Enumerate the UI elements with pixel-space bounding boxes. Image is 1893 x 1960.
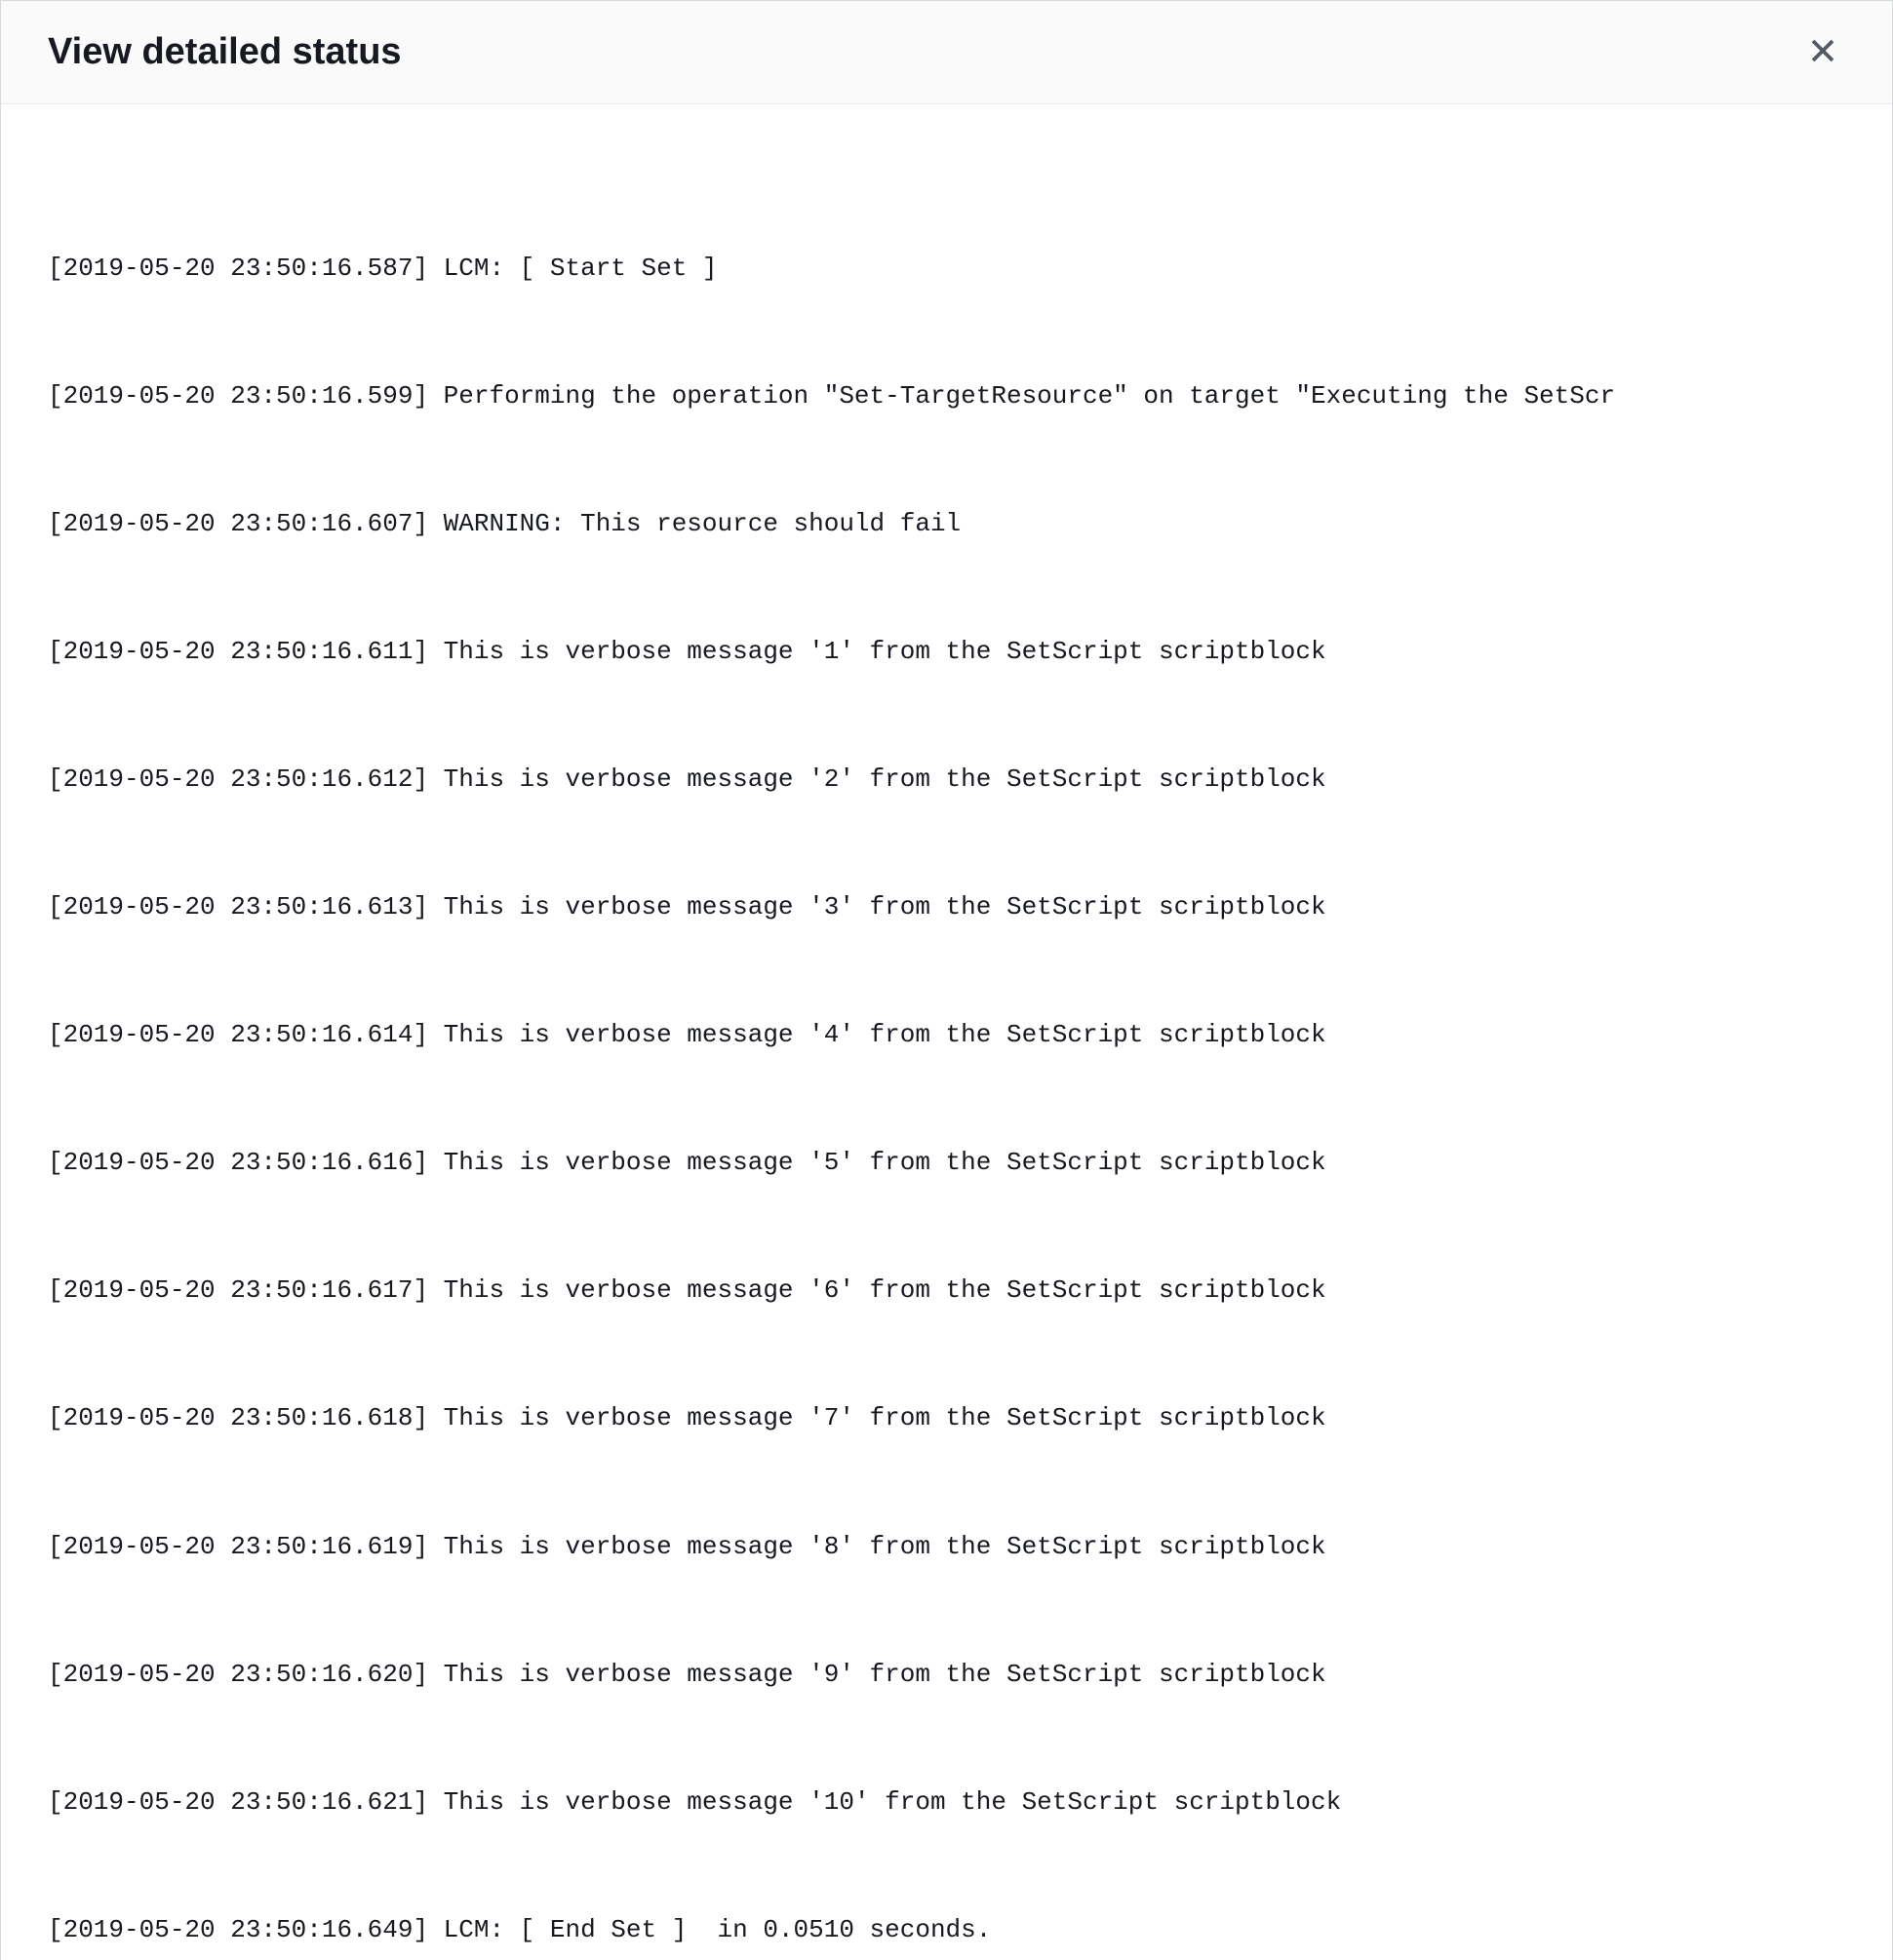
- close-icon: [1808, 36, 1837, 68]
- close-button[interactable]: [1800, 28, 1845, 76]
- log-output: [2019-05-20 23:50:16.587] LCM: [ Start S…: [48, 163, 1845, 1960]
- log-line: [2019-05-20 23:50:16.607] WARNING: This …: [48, 503, 1845, 546]
- modal-title: View detailed status: [48, 31, 402, 73]
- log-line: [2019-05-20 23:50:16.621] This is verbos…: [48, 1782, 1845, 1824]
- detailed-status-modal: View detailed status [2019-05-20 23:50:1…: [0, 0, 1893, 1960]
- log-line: [2019-05-20 23:50:16.618] This is verbos…: [48, 1397, 1845, 1440]
- modal-body: [2019-05-20 23:50:16.587] LCM: [ Start S…: [1, 104, 1892, 1960]
- log-line: [2019-05-20 23:50:16.614] This is verbos…: [48, 1014, 1845, 1057]
- log-line: [2019-05-20 23:50:16.612] This is verbos…: [48, 759, 1845, 802]
- log-line: [2019-05-20 23:50:16.613] This is verbos…: [48, 886, 1845, 929]
- log-line: [2019-05-20 23:50:16.611] This is verbos…: [48, 631, 1845, 674]
- log-line: [2019-05-20 23:50:16.617] This is verbos…: [48, 1270, 1845, 1313]
- log-line: [2019-05-20 23:50:16.587] LCM: [ Start S…: [48, 248, 1845, 291]
- log-line: [2019-05-20 23:50:16.619] This is verbos…: [48, 1526, 1845, 1569]
- log-line: [2019-05-20 23:50:16.616] This is verbos…: [48, 1142, 1845, 1185]
- log-line: [2019-05-20 23:50:16.620] This is verbos…: [48, 1654, 1845, 1697]
- log-line: [2019-05-20 23:50:16.649] LCM: [ End Set…: [48, 1909, 1845, 1952]
- log-line: [2019-05-20 23:50:16.599] Performing the…: [48, 375, 1845, 418]
- modal-header: View detailed status: [1, 1, 1892, 104]
